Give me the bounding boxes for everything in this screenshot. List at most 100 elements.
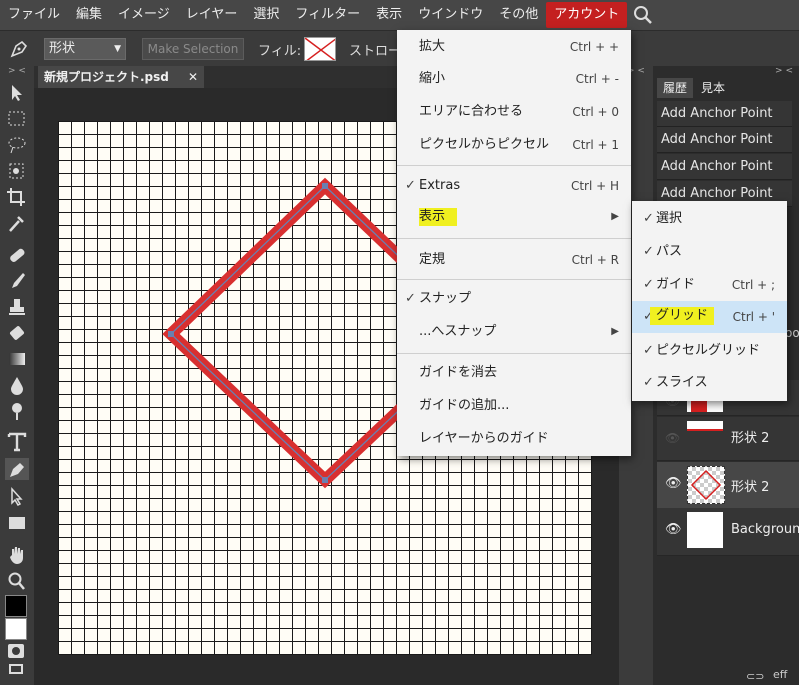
brush-tool-icon[interactable]: [5, 270, 29, 292]
menu-item-label: 拡大: [419, 39, 446, 54]
submenu-item-paths[interactable]: ✓ パス: [632, 236, 787, 268]
menu-item-snap[interactable]: ✓ スナップ: [397, 284, 631, 314]
menu-item-add-guide[interactable]: ガイドの追加...: [397, 391, 631, 421]
menu-window[interactable]: ウインドウ: [410, 2, 491, 28]
menu-item-fit-area[interactable]: エリアに合わせる Ctrl + 0: [397, 97, 631, 127]
check-icon: ✓: [643, 211, 654, 226]
make-selection-button[interactable]: Make Selection: [142, 38, 244, 60]
menu-edit[interactable]: 編集: [68, 2, 110, 28]
shape-mode-value: 形状: [49, 41, 76, 56]
layer-row-selected[interactable]: 👁 形状 2: [657, 462, 799, 510]
eraser-tool-icon[interactable]: [5, 322, 29, 344]
submenu-item-selection[interactable]: ✓ 選択: [632, 203, 787, 235]
history-item[interactable]: Add Anchor Point: [657, 101, 792, 127]
menu-item-zoom-out[interactable]: 縮小 Ctrl + -: [397, 64, 631, 94]
layer-row[interactable]: 👁 Background: [657, 508, 799, 556]
submenu-item-grid[interactable]: ✓ グリッド Ctrl + ': [632, 301, 787, 333]
menu-item-shortcut: Ctrl + R: [571, 253, 619, 267]
pen-tool-icon[interactable]: [5, 458, 29, 480]
check-icon: ✓: [643, 244, 654, 259]
menu-layer[interactable]: レイヤー: [178, 2, 246, 28]
check-icon: ✓: [405, 178, 416, 193]
submenu-item-label: ピクセルグリッド: [656, 343, 761, 358]
document-tab[interactable]: 新規プロジェクト.psd ✕: [38, 66, 204, 88]
menu-item-shortcut: Ctrl + +: [569, 40, 619, 54]
layer-row[interactable]: 👁 形状 2: [657, 417, 799, 461]
submenu-item-pixel-grid[interactable]: ✓ ピクセルグリッド: [632, 335, 787, 367]
menu-item-label: 表示: [419, 208, 458, 226]
document-tab-title: 新規プロジェクト.psd: [44, 70, 169, 84]
menu-item-label: レイヤーからのガイド: [419, 431, 549, 446]
menu-view[interactable]: 表示: [368, 2, 410, 28]
menu-filter[interactable]: フィルター: [287, 2, 368, 28]
menu-item-show[interactable]: 表示 ▶: [397, 202, 631, 232]
chevron-right-icon: ▶: [611, 211, 619, 222]
menu-item-label: ピクセルからピクセル: [419, 137, 550, 152]
collapse-toggle[interactable]: > <: [775, 66, 793, 76]
layer-thumbnail: [687, 466, 725, 504]
check-icon: ✓: [643, 343, 654, 358]
submenu-item-guides[interactable]: ✓ ガイド Ctrl + ;: [632, 269, 787, 301]
menu-item-shortcut: Ctrl + 0: [572, 105, 619, 119]
lasso-tool-icon[interactable]: [5, 134, 29, 156]
shape-tool-icon[interactable]: [5, 512, 29, 534]
move-tool-icon[interactable]: [5, 82, 29, 104]
screen-mode-icon[interactable]: [9, 664, 23, 674]
dodge-tool-icon[interactable]: [5, 400, 29, 422]
fill-swatch[interactable]: [304, 37, 336, 61]
menu-file[interactable]: ファイル: [0, 2, 68, 28]
menu-more[interactable]: その他: [491, 2, 546, 28]
menu-separator: [397, 165, 631, 166]
gradient-tool-icon[interactable]: [5, 348, 29, 370]
menu-item-pixel-to-pixel[interactable]: ピクセルからピクセル Ctrl + 1: [397, 130, 631, 160]
type-tool-icon[interactable]: [5, 430, 29, 452]
menu-select[interactable]: 選択: [245, 2, 287, 28]
menu-item-snap-to[interactable]: ...へスナップ ▶: [397, 317, 631, 347]
menu-image[interactable]: イメージ: [110, 2, 178, 28]
stamp-tool-icon[interactable]: [5, 296, 29, 318]
quick-select-tool-icon[interactable]: [5, 160, 29, 182]
zoom-tool-icon[interactable]: [5, 570, 29, 592]
tab-swatches[interactable]: 見本: [695, 78, 731, 98]
eye-icon[interactable]: 👁: [665, 476, 682, 491]
menu-item-shortcut: Ctrl + 1: [572, 138, 619, 152]
close-icon[interactable]: ✕: [188, 66, 198, 88]
eye-icon[interactable]: 👁: [665, 431, 680, 445]
menu-item-label: 定規: [419, 252, 446, 267]
background-color-swatch[interactable]: [5, 618, 27, 640]
eye-icon[interactable]: 👁: [665, 522, 682, 537]
submenu-item-shortcut: Ctrl + ': [732, 310, 775, 324]
crop-tool-icon[interactable]: [5, 186, 29, 208]
panel-partial-label: oo: [785, 326, 799, 340]
menu-separator: [397, 353, 631, 354]
eyedropper-tool-icon[interactable]: [5, 212, 29, 234]
history-item[interactable]: Add Anchor Point: [657, 127, 792, 153]
menu-item-label: スナップ: [419, 291, 472, 306]
tab-history[interactable]: 履歴: [657, 78, 693, 98]
link-icon[interactable]: ⊂⊃: [746, 670, 764, 683]
submenu-item-label: パス: [656, 244, 683, 259]
marquee-tool-icon[interactable]: [5, 108, 29, 130]
search-icon[interactable]: [633, 5, 653, 25]
menu-item-zoom-in[interactable]: 拡大 Ctrl + +: [397, 32, 631, 62]
menu-account[interactable]: アカウント: [546, 2, 628, 28]
path-select-tool-icon[interactable]: [5, 486, 29, 508]
blur-tool-icon[interactable]: [5, 374, 29, 396]
collapse-toggle[interactable]: > <: [8, 66, 26, 76]
layer-name: Background: [731, 522, 799, 537]
healing-tool-icon[interactable]: [5, 244, 29, 266]
shape-mode-select[interactable]: 形状 ▼: [44, 38, 126, 60]
menu-item-clear-guides[interactable]: ガイドを消去: [397, 358, 631, 388]
quick-mask-icon[interactable]: [8, 644, 24, 658]
layer-thumbnail: [687, 421, 723, 431]
chevron-right-icon: ▶: [611, 326, 619, 337]
hand-tool-icon[interactable]: [5, 544, 29, 566]
menu-item-rulers[interactable]: 定規 Ctrl + R: [397, 245, 631, 275]
effects-label[interactable]: eff: [773, 668, 787, 681]
foreground-color-swatch[interactable]: [5, 595, 27, 617]
menu-item-guides-from-layer[interactable]: レイヤーからのガイド: [397, 424, 631, 454]
menu-item-extras[interactable]: ✓ Extras Ctrl + H: [397, 171, 631, 201]
submenu-item-slices[interactable]: ✓ スライス: [632, 367, 787, 399]
history-item[interactable]: Add Anchor Point: [657, 154, 792, 180]
menu-item-label: ...へスナップ: [419, 324, 497, 339]
